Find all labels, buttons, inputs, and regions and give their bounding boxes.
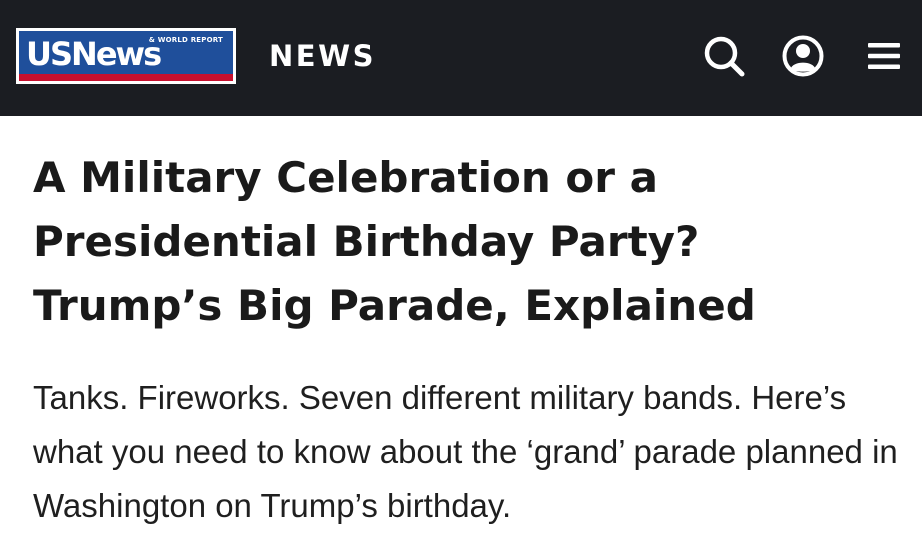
menu-button[interactable] — [862, 34, 906, 78]
section-label[interactable]: NEWS — [269, 38, 376, 74]
logo-wordmark: USNews — [26, 35, 162, 73]
us-news-logo[interactable]: USNews & WORLD REPORT — [16, 28, 236, 84]
user-account-icon — [782, 35, 824, 77]
account-button[interactable] — [781, 34, 825, 78]
search-icon — [704, 36, 745, 77]
article-dek: Tanks. Fireworks. Seven different milita… — [33, 379, 898, 524]
logo-red-stripe — [19, 74, 233, 81]
search-button[interactable] — [702, 34, 746, 78]
logo-badge: USNews & WORLD REPORT — [19, 31, 233, 81]
logo-subtext: & WORLD REPORT — [148, 36, 223, 44]
top-navigation-bar: USNews & WORLD REPORT NEWS — [0, 0, 922, 116]
hamburger-menu-icon — [868, 43, 900, 69]
article-headline: A Military Celebration or a Presidential… — [33, 153, 756, 330]
